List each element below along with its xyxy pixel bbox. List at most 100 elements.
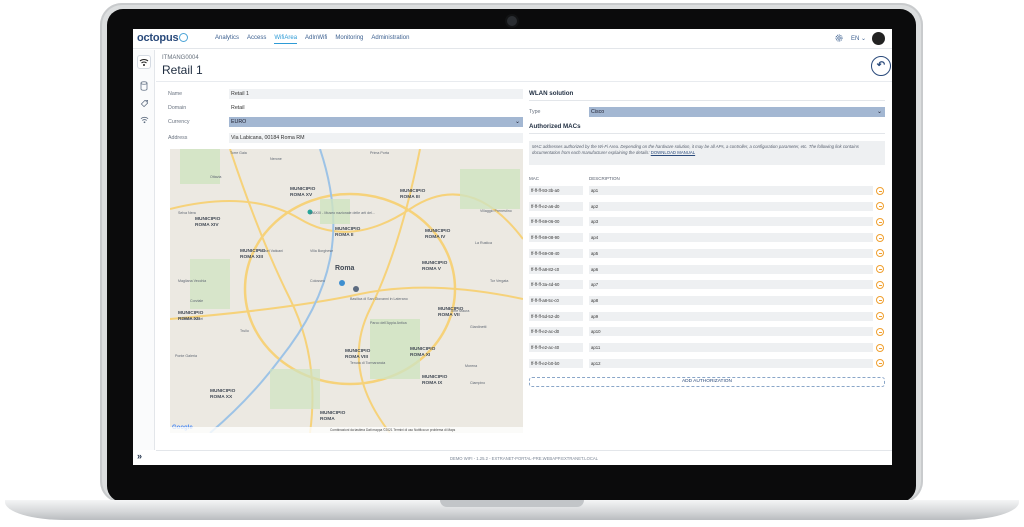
- description-field[interactable]: ap7: [589, 280, 873, 290]
- remove-icon[interactable]: [876, 249, 884, 258]
- map[interactable]: MUNICIPIO ROMA XV MUNICIPIO ROMA III MUNICIP…: [170, 149, 523, 433]
- map-place-label: Villa Borghese: [310, 249, 334, 253]
- col-mac: MAC: [529, 176, 539, 181]
- avatar[interactable]: [872, 32, 885, 45]
- remove-icon[interactable]: [876, 186, 884, 195]
- mac-field[interactable]: ff-ff-ff-93-3b-a0: [529, 186, 583, 195]
- mac-field[interactable]: ff-ff-ff-69-08-90: [529, 233, 583, 243]
- description-field[interactable]: ap11: [589, 343, 873, 352]
- remove-icon[interactable]: [876, 233, 884, 242]
- address-label: Address: [168, 135, 188, 141]
- currency-label: Currency: [168, 119, 190, 125]
- currency-select[interactable]: EURO ⌄: [229, 117, 523, 127]
- nav-adinwifi[interactable]: AdInWifi: [305, 35, 327, 44]
- map-place-label: Musei Vaticani: [260, 249, 284, 253]
- map-marker[interactable]: [353, 286, 359, 292]
- expand-sidebar-icon[interactable]: »: [137, 451, 142, 461]
- remove-icon[interactable]: [876, 217, 884, 226]
- mac-field[interactable]: ff-ff-ff-a8-5c-c0: [529, 295, 583, 305]
- map-place-label: Giardinetti: [470, 325, 487, 329]
- map-district-label: MUNICIPIO ROMA XX: [210, 389, 236, 400]
- remove-icon[interactable]: [876, 359, 884, 368]
- domain-label: Domain: [168, 105, 187, 111]
- remove-icon[interactable]: [876, 280, 884, 289]
- map-footer[interactable]: Combinazioni da tastiera Dati mappa ©202…: [170, 427, 523, 433]
- map-place-label: Magliana Vecchia: [178, 279, 207, 283]
- description-field[interactable]: ap2: [589, 201, 873, 211]
- wifi-icon[interactable]: [137, 55, 151, 69]
- map-district-label: MUNICIPIO ROMA V: [422, 261, 448, 272]
- nav-monitoring[interactable]: Monitoring: [335, 35, 363, 44]
- chevron-down-icon: ⌄: [514, 119, 520, 125]
- mac-field[interactable]: ff-ff-ff-69-08-40: [529, 248, 583, 258]
- description-field[interactable]: ap6: [589, 264, 873, 274]
- map-district-label: MUNICIPIO ROMA XIV: [195, 217, 221, 228]
- add-authorization-button[interactable]: ADD AUTHORIZATION: [529, 377, 885, 387]
- remove-icon[interactable]: [876, 343, 884, 352]
- currency-value: EURO: [231, 119, 247, 125]
- remove-icon[interactable]: [876, 202, 884, 211]
- database-icon[interactable]: [137, 79, 151, 93]
- mac-field[interactable]: ff-ff-ff-e2-b0-b0: [529, 358, 583, 368]
- sidebar: [133, 50, 155, 450]
- mac-field[interactable]: ff-ff-ff-69-06-00: [529, 217, 583, 227]
- description-field[interactable]: ap10: [589, 327, 873, 337]
- nav-analytics[interactable]: Analytics: [215, 35, 239, 44]
- wlan-title: WLAN solution: [529, 90, 574, 97]
- map-district-label: MUNICIPIO ROMA XV: [290, 187, 316, 198]
- map-place-label: Colosseo: [310, 279, 325, 283]
- nav-access[interactable]: Access: [247, 35, 266, 44]
- nav-wifiarea[interactable]: WifiArea: [274, 35, 298, 44]
- map-district-label: MUNICIPIO ROMA IV: [425, 229, 451, 240]
- map-district-label: MUNICIPIO ROMA: [320, 411, 346, 422]
- map-place-label: La Rustica: [475, 241, 492, 245]
- app-screen: octopus Analytics Access WifiArea AdInWifi M…: [133, 29, 892, 465]
- download-manual-link[interactable]: DOWNLOAD MANUAL: [651, 150, 695, 155]
- chevron-down-icon: ⌄: [861, 36, 867, 42]
- top-bar: octopus Analytics Access WifiArea AdInWifi M…: [133, 29, 892, 49]
- gear-icon[interactable]: [834, 33, 844, 43]
- mac-field[interactable]: ff-ff-ff-5d-52-d0: [529, 311, 583, 321]
- remove-icon[interactable]: [876, 327, 884, 336]
- address-field[interactable]: Via Labicana, 00184 Roma RM: [229, 133, 523, 143]
- map-place-label: Torre Maura: [450, 309, 470, 313]
- remove-icon[interactable]: [876, 312, 884, 321]
- remove-icon[interactable]: [876, 265, 884, 273]
- back-arrow-icon: ↶: [876, 60, 886, 71]
- description-field[interactable]: ap12: [589, 358, 873, 368]
- mac-field[interactable]: ff-ff-ff-e2-a6-d0: [529, 201, 583, 211]
- mac-field[interactable]: ff-ff-ff-3a-4d-60: [529, 280, 583, 290]
- laptop-notch: [440, 500, 584, 507]
- language-selector[interactable]: EN ⌄: [851, 35, 866, 42]
- webcam: [507, 16, 517, 26]
- description-field[interactable]: ap5: [589, 248, 873, 258]
- description-field[interactable]: ap1: [589, 186, 873, 195]
- nav-administration[interactable]: Administration: [371, 35, 409, 44]
- tag-icon[interactable]: [137, 96, 151, 110]
- mac-field[interactable]: ff-ff-ff-e2-ac-40: [529, 343, 583, 352]
- wifi-small-icon[interactable]: [137, 113, 151, 127]
- description-field[interactable]: ap3: [589, 217, 873, 227]
- map-place-label: Nerone: [270, 157, 282, 161]
- remove-icon[interactable]: [876, 296, 884, 305]
- mac-field[interactable]: ff-ff-ff-e2-ac-d0: [529, 327, 583, 337]
- mac-field[interactable]: ff-ff-ff-a8-82-c0: [529, 264, 583, 274]
- description-field[interactable]: ap8: [589, 295, 873, 305]
- type-select[interactable]: Cisco ⌄: [589, 107, 885, 117]
- map-district-label: MUNICIPIO ROMA XI: [410, 347, 436, 358]
- map-district-label: Roma: [335, 265, 355, 272]
- back-button[interactable]: ↶: [871, 56, 891, 76]
- map-place-label: Ponte Galeria: [175, 354, 197, 358]
- name-field[interactable]: Retail 1: [229, 89, 523, 99]
- octopus-logo[interactable]: octopus: [137, 32, 189, 44]
- map-place-label: Parco dell'Appia Antica: [370, 321, 407, 325]
- map-place-label: Tor Vergata: [490, 279, 509, 283]
- map-place-label: Prima Porta: [370, 151, 389, 155]
- description-field[interactable]: ap4: [589, 233, 873, 243]
- map-place-label: Casetta Mattei: [180, 317, 204, 321]
- type-value: Cisco: [591, 109, 605, 115]
- map-place-label: Corviale: [190, 299, 204, 303]
- description-field[interactable]: ap9: [589, 311, 873, 321]
- map-place-label: Trullo: [240, 329, 249, 333]
- map-marker[interactable]: [339, 280, 345, 286]
